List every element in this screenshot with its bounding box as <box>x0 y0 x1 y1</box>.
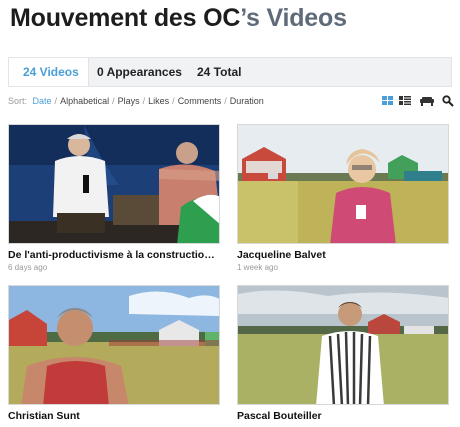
sort-option-likes[interactable]: Likes <box>148 96 169 106</box>
video-thumbnail[interactable] <box>8 124 220 244</box>
video-thumbnail[interactable] <box>237 124 449 244</box>
video-thumbnail[interactable] <box>237 285 449 405</box>
tab-appearances[interactable]: 0 Appearances <box>97 58 182 86</box>
search-icon[interactable] <box>442 95 454 107</box>
video-card: Christian Sunt <box>8 285 220 422</box>
tab-videos[interactable]: 24 Videos <box>9 58 89 86</box>
detail-list-icon[interactable] <box>399 95 411 107</box>
sort-separator: / <box>142 96 146 106</box>
sort-separator: / <box>54 96 58 106</box>
sort-separator: / <box>224 96 227 106</box>
sort-separator: / <box>112 96 115 106</box>
sort-option-date[interactable]: Date <box>33 96 52 106</box>
video-title[interactable]: Jacqueline Balvet <box>237 249 449 261</box>
sort-option-alphabetical[interactable]: Alphabetical <box>60 96 109 106</box>
video-card: De l'anti-productivisme à la constructio… <box>8 124 220 272</box>
sort-separator: / <box>172 96 175 106</box>
sort-bar: Sort: Date / Alphabetical / Plays / Likes / Comm… <box>8 95 454 110</box>
thumbnail-grid-icon[interactable] <box>382 95 394 107</box>
page-title: Mouvement des OC’s Videos <box>10 4 347 33</box>
sort-option-plays[interactable]: Plays <box>118 96 140 106</box>
video-thumbnail[interactable] <box>8 285 220 405</box>
page-title-suffix: ’s Videos <box>240 4 347 32</box>
video-title[interactable]: Pascal Bouteiller <box>237 410 449 422</box>
video-card: Pascal Bouteiller <box>237 285 449 422</box>
sort-option-comments[interactable]: Comments <box>178 96 222 106</box>
sort-label: Sort: <box>8 96 28 106</box>
video-title[interactable]: Christian Sunt <box>8 410 220 422</box>
video-title[interactable]: De l'anti-productivisme à la constructio… <box>8 249 220 261</box>
sort-option-duration[interactable]: Duration <box>230 96 264 106</box>
couch-mode-icon[interactable] <box>420 95 434 107</box>
view-mode-controls <box>382 95 454 109</box>
video-date: 6 days ago <box>8 263 48 272</box>
tab-total[interactable]: 24 Total <box>197 58 241 86</box>
video-card: Jacqueline Balvet 1 week ago <box>237 124 449 272</box>
channel-owner-name: Mouvement des OC <box>10 4 241 32</box>
video-date: 1 week ago <box>237 263 278 272</box>
video-tabs: 24 Videos 0 Appearances 24 Total <box>8 57 452 87</box>
